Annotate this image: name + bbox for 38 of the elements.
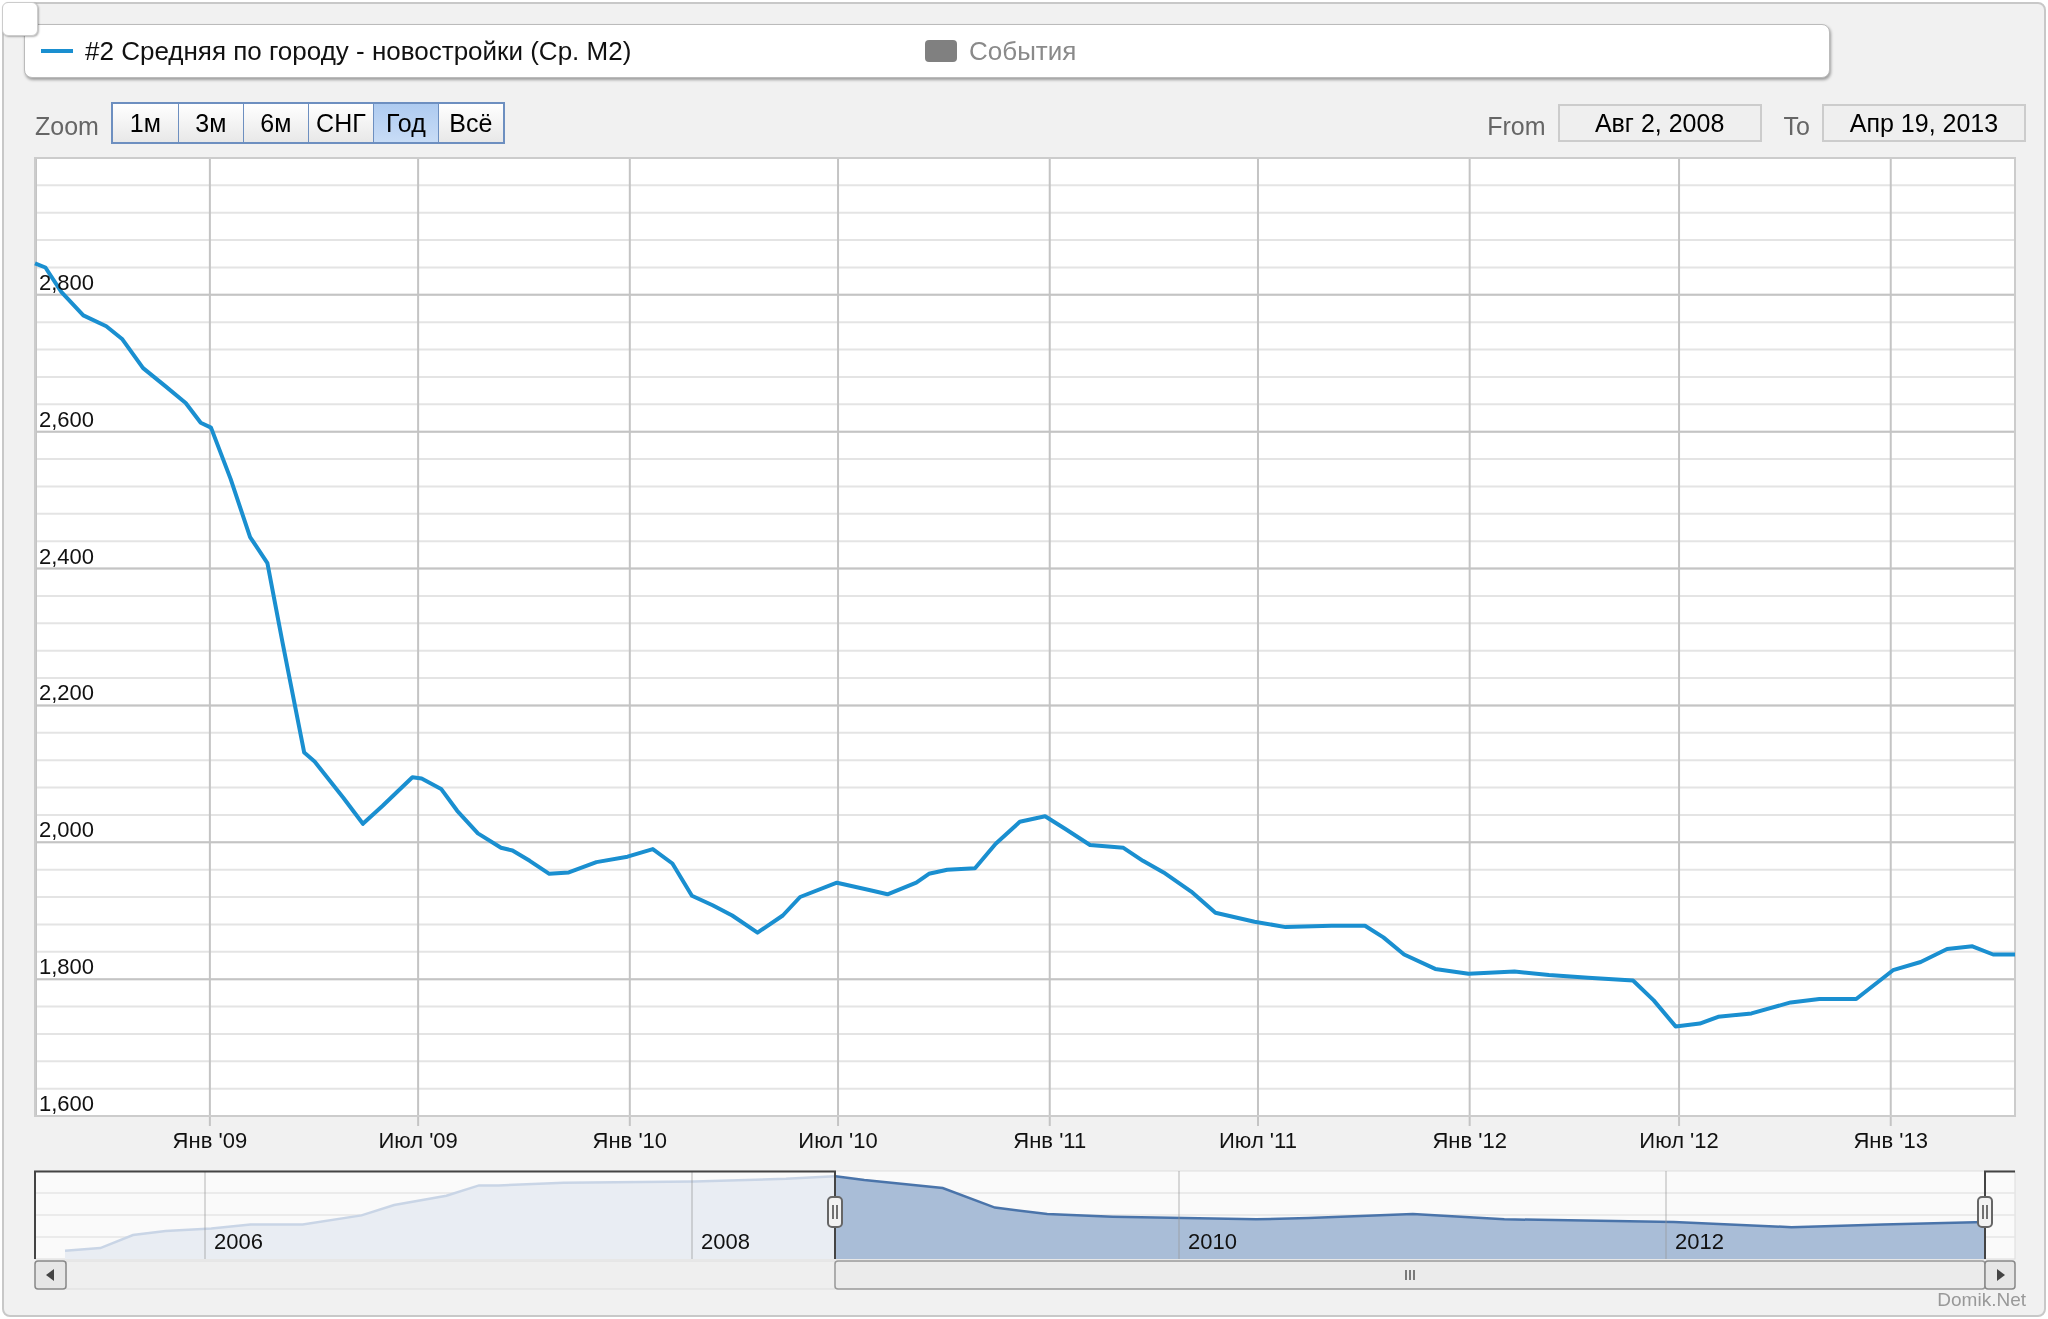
navigator-handle[interactable] <box>827 1196 843 1228</box>
x-axis-label: Янв '11 <box>1013 1128 1087 1153</box>
y-axis-label: 1,800 <box>39 954 95 980</box>
y-axis-label: 2,000 <box>39 817 95 843</box>
y-axis-label: 2,200 <box>39 680 95 706</box>
x-axis-label: Янв '10 <box>592 1128 668 1153</box>
navigator-year-label: 2012 <box>1675 1229 1724 1254</box>
x-axis-label: Июл '11 <box>1219 1128 1297 1153</box>
scrollbar-thumb[interactable] <box>834 1260 1986 1290</box>
scroll-left-button[interactable] <box>34 1260 67 1290</box>
zoom-label: Zoom <box>35 111 99 141</box>
zoom-button[interactable]: СНГ <box>307 104 373 142</box>
y-axis-label: 2,400 <box>39 543 95 569</box>
zoom-button[interactable]: 1м <box>112 104 178 142</box>
x-axis-label: Июл '10 <box>798 1128 878 1153</box>
y-axis-label: 2,600 <box>39 406 95 432</box>
zoom-button[interactable]: Всё <box>437 104 503 142</box>
legend-item[interactable]: #2 Средняя по городу - новостройки (Ср. М2) <box>85 35 632 67</box>
navigator-year-label: 2010 <box>1188 1229 1237 1254</box>
navigator-year-label: 2006 <box>214 1229 263 1254</box>
to-label: To <box>1783 111 1810 141</box>
y-axis-label: 1,600 <box>39 1091 95 1116</box>
zoom-button[interactable]: Год <box>372 104 438 142</box>
x-axis-label: Июл '09 <box>378 1128 458 1153</box>
zoom-button[interactable]: 6м <box>242 104 308 142</box>
zoom-button[interactable]: 3м <box>177 104 243 142</box>
navigator-handle[interactable] <box>1977 1196 1993 1228</box>
from-label: From <box>1487 111 1546 141</box>
scroll-right-button[interactable] <box>1984 1260 2016 1290</box>
from-date-field[interactable]: Авг 2, 2008 <box>1557 104 1762 142</box>
x-axis-label: Июл '12 <box>1639 1128 1719 1153</box>
x-axis-label: Янв '09 <box>172 1128 248 1153</box>
x-axis-label: Янв '12 <box>1432 1128 1507 1153</box>
credits-text: Domik.Net <box>1937 1289 2026 1311</box>
x-axis-label: Янв '13 <box>1853 1128 1928 1153</box>
to-date-field[interactable]: Апр 19, 2013 <box>1822 104 2026 142</box>
grip-icon <box>1405 1269 1415 1281</box>
navigator-year-label: 2008 <box>701 1229 750 1254</box>
